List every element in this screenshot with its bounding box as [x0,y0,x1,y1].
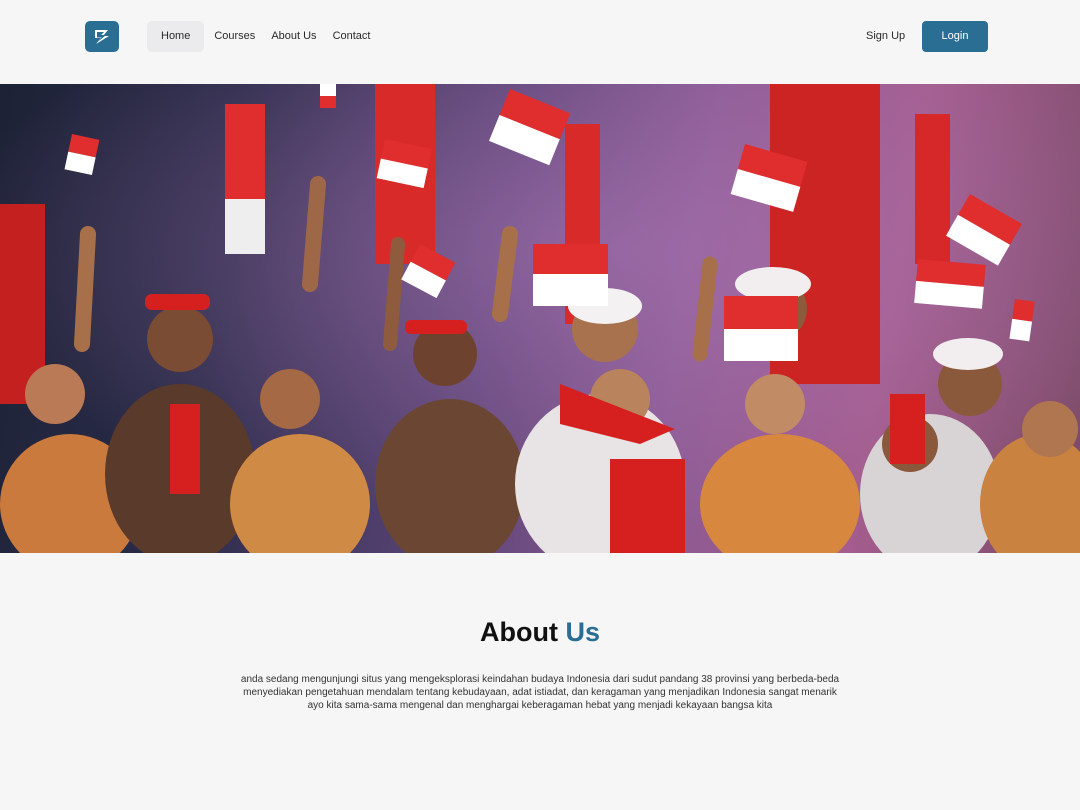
nav-home[interactable]: Home [147,21,205,52]
login-button[interactable]: Login [922,21,988,52]
nav-contact[interactable]: Contact [327,21,377,52]
nav-links: Home Courses About Us Contact [147,21,380,52]
hero-photo [0,84,1080,553]
about-line-3: ayo kita sama-sama mengenal dan mengharg… [307,700,773,711]
about-title-accent: Us [565,617,600,647]
nav-courses[interactable]: Courses [208,21,261,52]
about-line-1: anda sedang mengunjungi situs yang menge… [240,674,840,685]
hero-image [0,84,1080,553]
logo-icon[interactable] [85,21,119,52]
about-title: About Us [0,617,1080,648]
about-description: anda sedang mengunjungi situs yang menge… [180,673,900,712]
navbar: Home Courses About Us Contact Sign Up Lo… [0,0,1080,84]
about-line-2: menyediakan pengetahuan mendalam tentang… [243,687,837,698]
signup-link[interactable]: Sign Up [860,21,911,52]
nav-about-us[interactable]: About Us [265,21,322,52]
about-title-main: About [480,617,558,647]
